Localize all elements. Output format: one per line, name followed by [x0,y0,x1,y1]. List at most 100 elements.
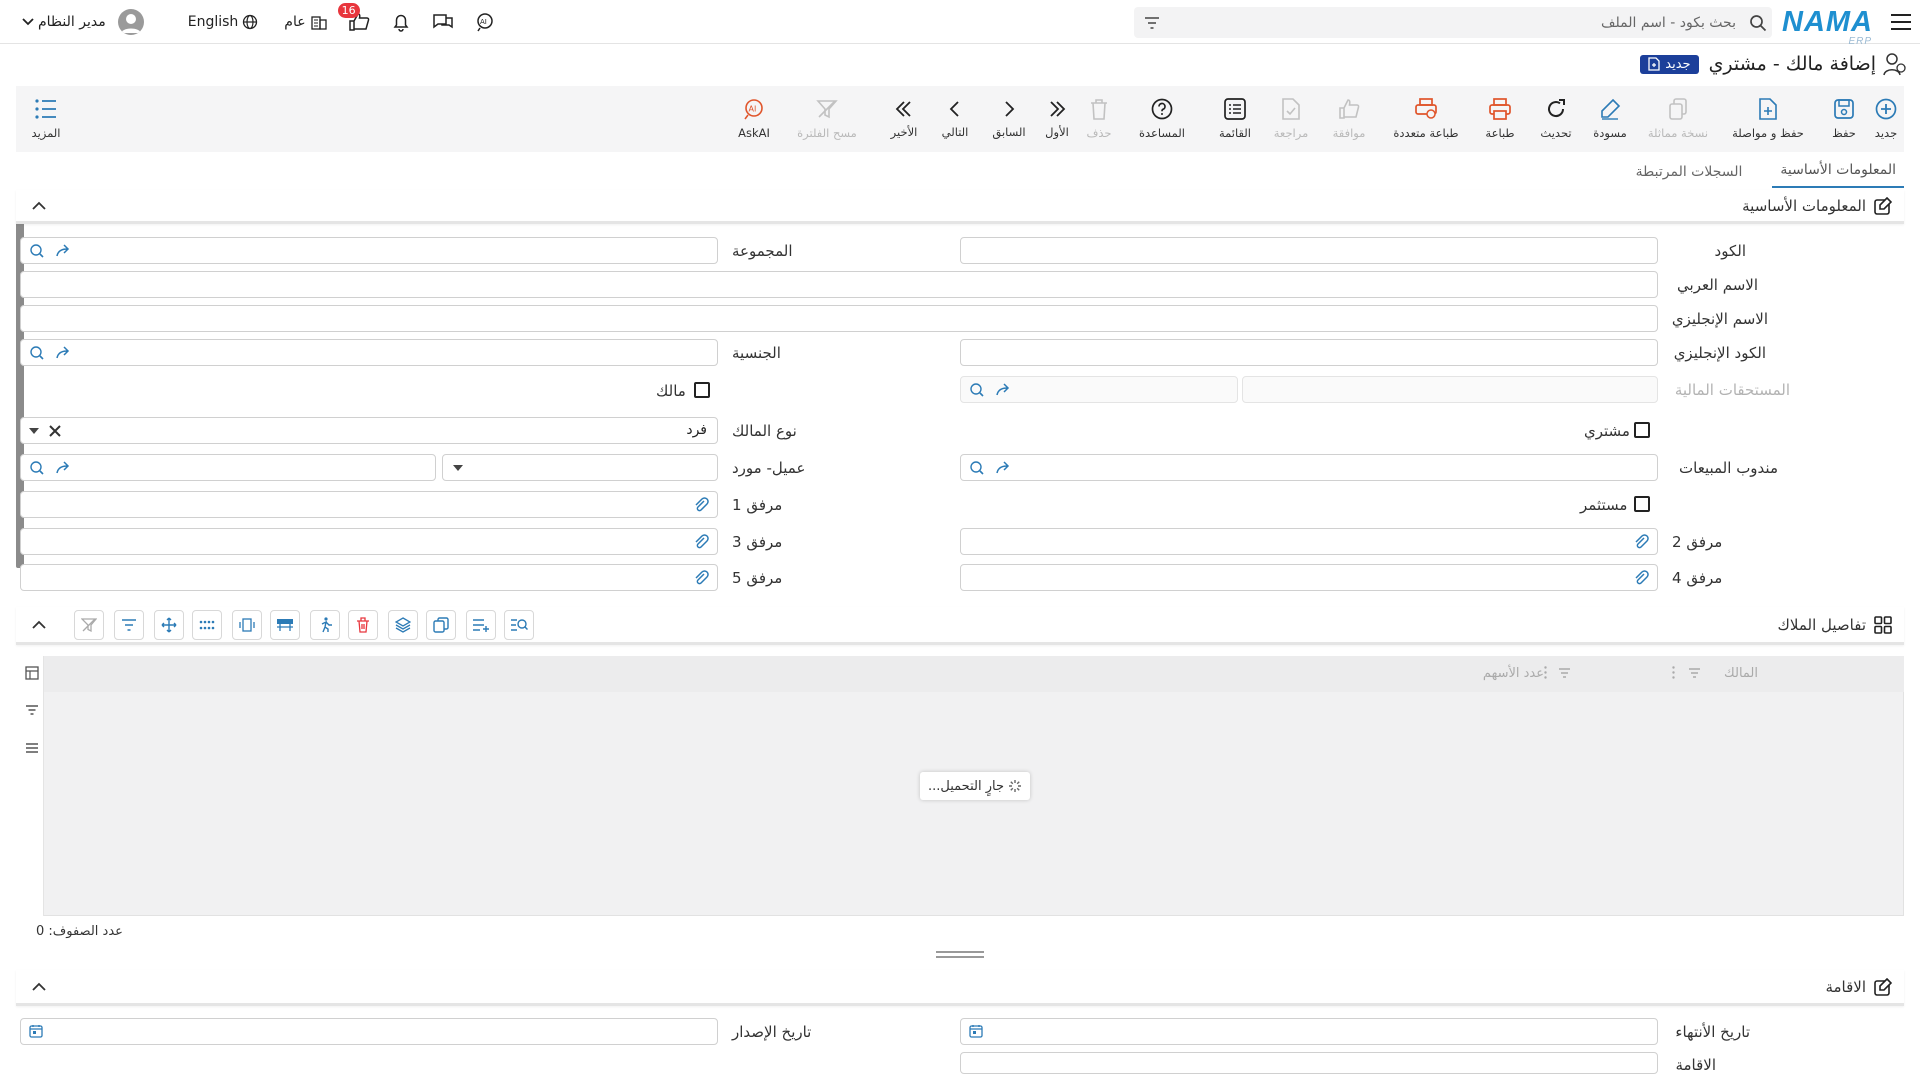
askai-button[interactable]: AI AskAI [730,86,778,152]
calendar-icon[interactable] [29,1024,43,1038]
filter-icon[interactable] [1134,7,1170,38]
open-link-icon[interactable] [995,382,1011,398]
dropdown-caret-icon[interactable] [29,428,39,434]
filter-lines-icon[interactable] [25,704,39,716]
customer-supplier-field[interactable] [20,454,436,481]
english-code-field[interactable] [960,339,1658,366]
language-switch[interactable]: English [188,14,263,30]
group-field[interactable] [20,237,718,264]
column-filter-icon[interactable] [1558,668,1571,679]
dropdown-caret-icon[interactable] [453,465,463,471]
chevron-up-icon[interactable] [32,982,46,991]
residence-section-header[interactable]: الاقامة [16,970,1904,1006]
tab-basic-info[interactable]: المعلومات الأساسية [1772,162,1904,188]
paperclip-icon[interactable] [693,497,709,513]
owner-type-select[interactable]: فرد [20,417,718,444]
search-lookup-icon[interactable] [29,243,45,259]
search-lookup-icon[interactable] [969,382,985,398]
investor-checkbox[interactable] [1634,496,1650,512]
paperclip-icon[interactable] [693,534,709,550]
save-continue-button[interactable]: حفظ و مواصلة [1720,86,1816,152]
grid-fit-columns-button[interactable] [232,610,262,640]
owner-checkbox[interactable] [694,382,710,398]
open-link-icon[interactable] [55,460,71,476]
basic-info-section-header[interactable]: المعلومات الأساسية [16,190,1904,224]
first-record-button[interactable]: الأول [1040,86,1074,152]
chevron-up-icon[interactable] [32,201,46,210]
approvals-button[interactable]: 16 [337,0,380,44]
sales-rep-field[interactable] [960,454,1658,481]
grid-delete-button[interactable] [348,610,378,640]
paperclip-icon[interactable] [693,570,709,586]
open-link-icon[interactable] [55,243,71,259]
search-lookup-icon[interactable] [29,460,45,476]
calendar-icon[interactable] [969,1024,983,1038]
chevron-up-icon[interactable] [32,620,46,629]
grid-clear-filter-button[interactable] [74,610,104,640]
duplicate-button[interactable]: نسخة مماثلة [1640,86,1716,152]
grid-density-button[interactable] [192,610,222,640]
table-icon[interactable] [25,666,39,680]
nationality-field[interactable] [20,339,718,366]
issue-date-field[interactable] [20,1018,718,1045]
search-icon[interactable] [1744,7,1772,38]
arabic-name-field[interactable] [20,271,1658,298]
residence-field[interactable] [960,1052,1658,1074]
new-button[interactable]: جديد [1868,86,1904,152]
customer-supplier-type-select[interactable] [442,454,718,481]
save-button[interactable]: حفظ [1826,86,1862,152]
help-button[interactable]: المساعدة [1124,86,1200,152]
attachment2-field[interactable] [960,528,1658,555]
menu-icon[interactable] [1882,0,1920,44]
approve-button[interactable]: موافقة [1324,86,1374,152]
grid-copy-button[interactable] [426,610,456,640]
grid-move-button[interactable] [154,610,184,640]
grid-freeze-button[interactable] [270,610,300,640]
grid-layers-button[interactable] [388,610,418,640]
column-menu-icon[interactable] [1544,666,1547,679]
paperclip-icon[interactable] [1633,534,1649,550]
draft-button[interactable]: مسودة [1588,86,1632,152]
code-field[interactable] [960,237,1658,264]
search-lookup-icon[interactable] [29,345,45,361]
grid-search-button[interactable] [504,610,534,640]
user-menu[interactable]: مدير النظام [10,9,144,35]
more-button[interactable]: المزيد [26,86,66,152]
paperclip-icon[interactable] [1633,570,1649,586]
print-button[interactable]: طباعة [1478,86,1522,152]
attachment5-field[interactable] [20,564,718,591]
last-record-button[interactable]: الأخير [884,86,924,152]
ai-assistant-icon[interactable]: AI [464,0,506,44]
buyer-checkbox[interactable] [1634,422,1650,438]
public-switch[interactable]: عام [284,13,331,31]
end-date-field[interactable] [960,1018,1658,1045]
list-button[interactable]: القائمة [1212,86,1258,152]
refresh-button[interactable]: تحديث [1534,86,1578,152]
multi-print-button[interactable]: طباعة متعددة [1386,86,1466,152]
open-link-icon[interactable] [55,345,71,361]
open-link-icon[interactable] [995,460,1011,476]
delete-button[interactable]: حذف [1082,86,1116,152]
column-header-shares[interactable]: عدد الأسهم [1483,666,1544,681]
column-header-owner[interactable]: المالك [1724,666,1758,681]
attachment4-field[interactable] [960,564,1658,591]
clear-icon[interactable] [49,425,61,437]
review-button[interactable]: مراجعة [1266,86,1316,152]
grid-filter-button[interactable] [114,610,144,640]
attachment3-field[interactable] [20,528,718,555]
previous-record-button[interactable]: السابق [988,86,1030,152]
search-input[interactable] [1170,7,1744,38]
menu-lines-icon[interactable] [25,742,39,754]
grid-run-button[interactable] [310,610,340,640]
search-lookup-icon[interactable] [969,460,985,476]
bell-icon[interactable] [380,0,422,44]
clear-filter-button[interactable]: مسح الفلترة [788,86,866,152]
app-logo[interactable]: NAMA ERP [1782,6,1878,47]
chat-icon[interactable] [422,0,464,44]
attachment1-field[interactable] [20,491,718,518]
next-record-button[interactable]: التالي [934,86,976,152]
column-filter-icon[interactable] [1688,668,1701,679]
resize-handle[interactable] [936,951,984,958]
column-menu-icon[interactable] [1672,666,1675,679]
english-name-field[interactable] [20,305,1658,332]
